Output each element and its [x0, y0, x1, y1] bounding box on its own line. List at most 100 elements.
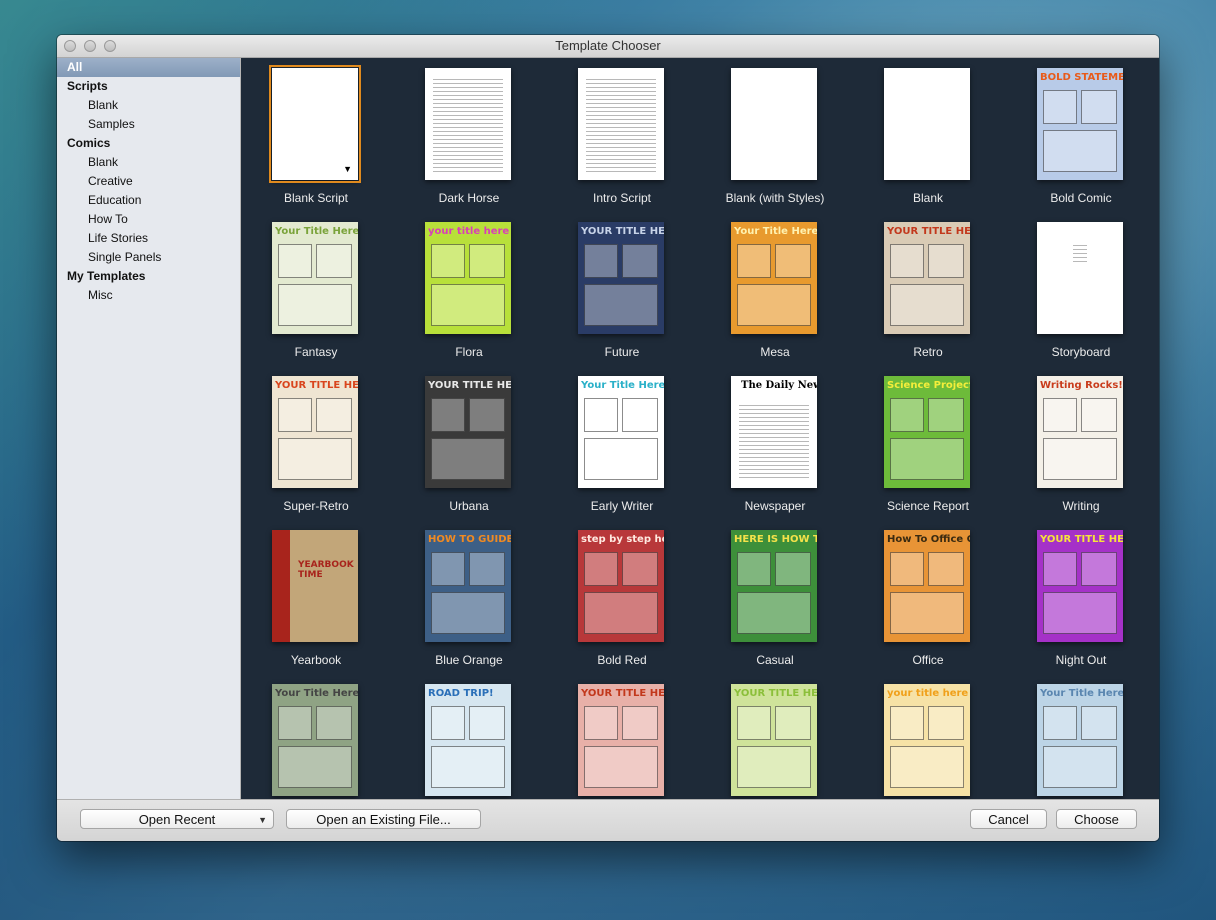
template-thumbnail[interactable] — [578, 68, 664, 180]
comic-panel — [584, 284, 658, 326]
sidebar-item-single-panels[interactable]: Single Panels — [57, 248, 240, 267]
sidebar-item-scripts[interactable]: Scripts — [57, 77, 240, 96]
template-thumbnail[interactable]: BOLD STATEMENTS — [1037, 68, 1123, 180]
template-tile[interactable]: Intro Script — [562, 62, 682, 212]
template-tile[interactable]: your title here — [868, 678, 988, 799]
template-thumbnail[interactable]: YOUR TITLE HERE — [731, 684, 817, 796]
template-thumbnail-title: BOLD STATEMENTS — [1040, 72, 1123, 83]
open-existing-file-button[interactable]: Open an Existing File... — [286, 809, 481, 829]
template-thumbnail[interactable]: Science Project — [884, 376, 970, 488]
template-tile[interactable]: YOUR TITLE HERE Urbana — [409, 370, 529, 520]
template-thumbnail[interactable] — [884, 68, 970, 180]
template-thumbnail[interactable]: How To Office Guide — [884, 530, 970, 642]
template-thumbnail[interactable]: Your Title Here — [272, 684, 358, 796]
template-thumbnail[interactable]: Your Title Here — [1037, 684, 1123, 796]
sidebar-item-blank[interactable]: Blank — [57, 96, 240, 115]
template-thumbnail[interactable]: step by step how to... — [578, 530, 664, 642]
template-label: Dark Horse — [438, 191, 500, 205]
comic-panel — [737, 746, 811, 788]
template-tile[interactable]: YOUR TITLE HERE Retro — [868, 216, 988, 366]
sidebar-item-all[interactable]: All — [57, 58, 240, 77]
template-tile[interactable]: Your Title Here Fantasy — [256, 216, 376, 366]
template-tile[interactable]: Your Title Here Early Writer — [562, 370, 682, 520]
comic-panel — [1081, 552, 1117, 586]
sidebar-item-samples[interactable]: Samples — [57, 115, 240, 134]
template-thumbnail[interactable]: Your Title Here — [578, 376, 664, 488]
template-tile[interactable]: Writing Rocks! Writing — [1021, 370, 1141, 520]
comic-panel — [431, 746, 505, 788]
template-label: Blank — [912, 191, 944, 205]
text-lines-preview — [433, 76, 503, 172]
template-thumbnail[interactable]: HOW TO GUIDE — [425, 530, 511, 642]
template-thumbnail[interactable]: ▼ — [269, 65, 361, 183]
sidebar-item-education[interactable]: Education — [57, 191, 240, 210]
template-tile[interactable]: YEARBOOK TIME Yearbook — [256, 524, 376, 674]
comic-panel — [928, 552, 964, 586]
comic-panel — [1043, 90, 1077, 124]
template-thumbnail[interactable]: ROAD TRIP! — [425, 684, 511, 796]
template-thumbnail[interactable]: your title here — [425, 222, 511, 334]
template-thumbnail[interactable]: YOUR TITLE HERE — [578, 684, 664, 796]
template-tile[interactable]: Your Title Here — [1021, 678, 1141, 799]
template-thumbnail[interactable] — [1037, 222, 1123, 334]
template-tile[interactable]: Blank — [868, 62, 988, 212]
comic-panel — [316, 706, 352, 740]
template-tile[interactable]: HOW TO GUIDE Blue Orange — [409, 524, 529, 674]
sidebar-item-my-templates[interactable]: My Templates — [57, 267, 240, 286]
template-thumbnail[interactable]: YOUR TITLE HERE — [578, 222, 664, 334]
template-thumbnail-title: your title here — [428, 226, 510, 237]
template-thumbnail[interactable]: YOUR TITLE HERE — [884, 222, 970, 334]
template-tile[interactable]: your title here Flora — [409, 216, 529, 366]
template-thumbnail[interactable] — [425, 68, 511, 180]
sidebar-item-misc[interactable]: Misc — [57, 286, 240, 305]
template-tile[interactable]: Storyboard — [1021, 216, 1141, 366]
template-tile[interactable]: YOUR TITLE HERE Night Out — [1021, 524, 1141, 674]
template-thumbnail[interactable]: Writing Rocks! — [1037, 376, 1123, 488]
template-tile[interactable]: ▼ Blank Script — [256, 62, 376, 212]
comic-panel — [890, 244, 924, 278]
template-tile[interactable]: ROAD TRIP! — [409, 678, 529, 799]
template-tile[interactable]: Science Project Science Report — [868, 370, 988, 520]
sidebar-item-how-to[interactable]: How To — [57, 210, 240, 229]
comic-panel — [890, 592, 964, 634]
template-tile[interactable]: step by step how to... Bold Red — [562, 524, 682, 674]
choose-button[interactable]: Choose — [1056, 809, 1137, 829]
template-tile[interactable]: Your Title Here Mesa — [715, 216, 835, 366]
template-tile[interactable]: HERE IS HOW TO... Casual — [715, 524, 835, 674]
sidebar-item-creative[interactable]: Creative — [57, 172, 240, 191]
template-thumbnail[interactable] — [731, 68, 817, 180]
cancel-button[interactable]: Cancel — [970, 809, 1047, 829]
template-thumbnail[interactable]: YOUR TITLE HERE — [425, 376, 511, 488]
title-bar[interactable]: Template Chooser — [57, 35, 1159, 58]
template-label: Mesa — [760, 345, 790, 359]
template-thumbnail-title: step by step how to... — [581, 534, 664, 545]
template-thumbnail[interactable]: your title here — [884, 684, 970, 796]
template-tile[interactable]: YOUR TITLE HERE Super-Retro — [256, 370, 376, 520]
template-thumbnail[interactable]: Your Title Here — [272, 222, 358, 334]
open-recent-popup[interactable]: Open Recent ▼ — [80, 809, 274, 829]
template-tile[interactable]: YOUR TITLE HERE — [562, 678, 682, 799]
template-tile[interactable]: Your Title Here — [256, 678, 376, 799]
template-tile[interactable]: The Daily News Newspaper — [715, 370, 835, 520]
template-thumbnail[interactable]: Your Title Here — [731, 222, 817, 334]
template-tile[interactable]: BOLD STATEMENTS Bold Comic — [1021, 62, 1141, 212]
template-tile[interactable]: YOUR TITLE HERE Future — [562, 216, 682, 366]
template-thumbnail[interactable]: The Daily News — [731, 376, 817, 488]
sidebar-item-life-stories[interactable]: Life Stories — [57, 229, 240, 248]
template-thumbnail[interactable]: HERE IS HOW TO... — [731, 530, 817, 642]
template-label: Fantasy — [294, 345, 338, 359]
template-tile[interactable]: YOUR TITLE HERE — [715, 678, 835, 799]
template-thumbnail[interactable]: YOUR TITLE HERE — [1037, 530, 1123, 642]
comic-panel — [584, 706, 618, 740]
template-tile[interactable]: Blank (with Styles) — [715, 62, 835, 212]
comic-panel — [622, 244, 658, 278]
template-tile[interactable]: Dark Horse — [409, 62, 529, 212]
sidebar-item-comics[interactable]: Comics — [57, 134, 240, 153]
comic-panel — [469, 552, 505, 586]
template-thumbnail-title: YOUR TITLE HERE — [581, 688, 664, 699]
template-thumbnail[interactable]: YEARBOOK TIME — [272, 530, 358, 642]
comic-panel — [928, 398, 964, 432]
template-tile[interactable]: How To Office Guide Office — [868, 524, 988, 674]
sidebar-item-blank[interactable]: Blank — [57, 153, 240, 172]
template-thumbnail[interactable]: YOUR TITLE HERE — [272, 376, 358, 488]
